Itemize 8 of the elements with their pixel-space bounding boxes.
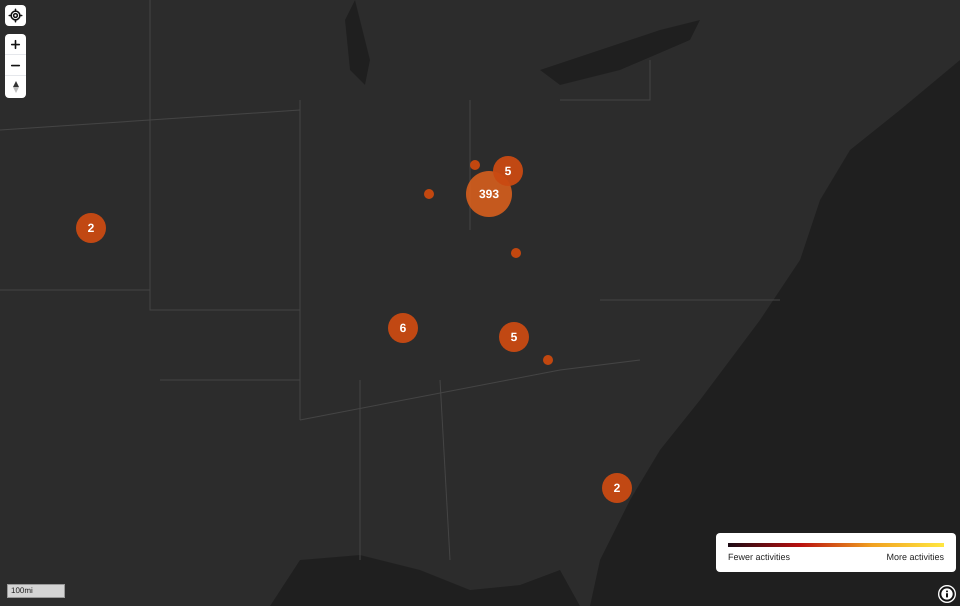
compass-icon bbox=[12, 80, 18, 92]
locate-button[interactable] bbox=[5, 5, 26, 26]
plus-icon bbox=[9, 38, 22, 50]
locate-icon bbox=[8, 8, 23, 23]
legend-max-label: More activities bbox=[886, 551, 944, 564]
scale-bar: 100mi bbox=[7, 584, 65, 598]
legend-min-label: Fewer activities bbox=[728, 551, 790, 564]
info-icon bbox=[939, 586, 955, 602]
